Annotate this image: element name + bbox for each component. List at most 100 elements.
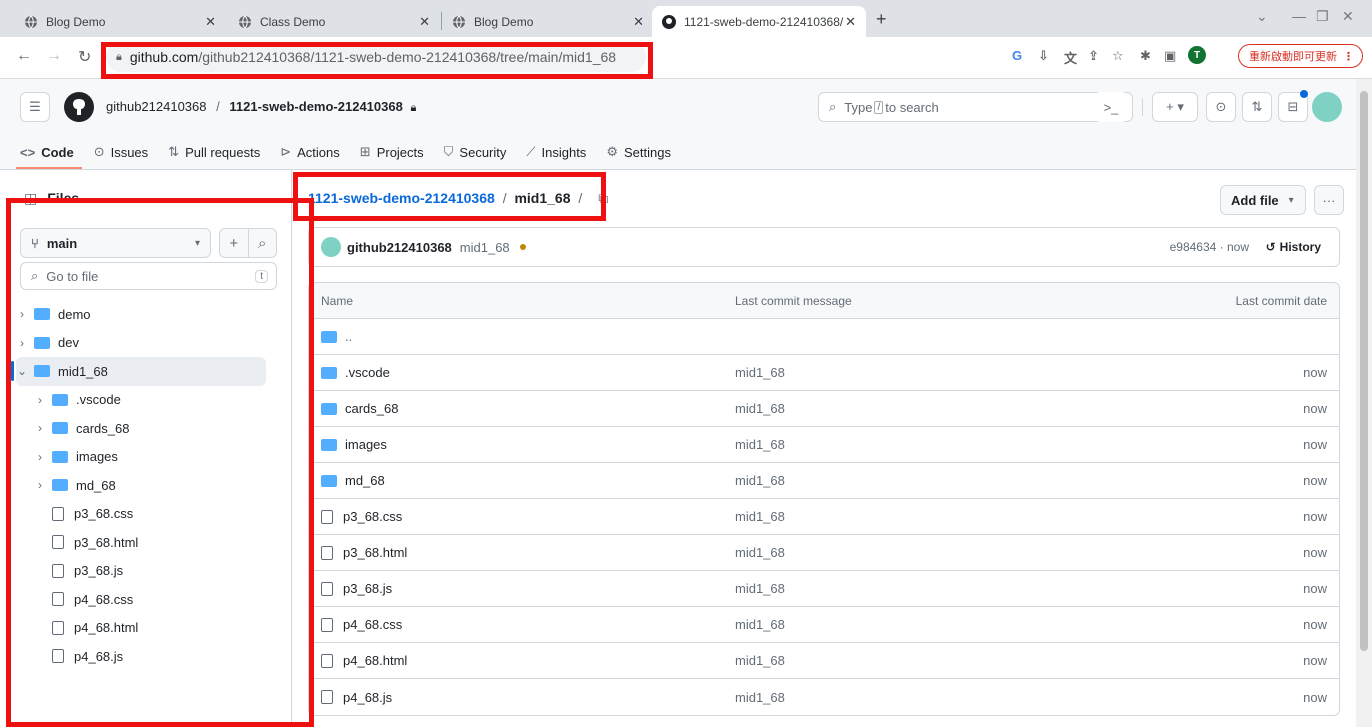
file-name[interactable]: p4_68.css bbox=[343, 617, 402, 632]
new-tab-plus-icon[interactable]: + bbox=[876, 9, 887, 30]
chevron-right-icon[interactable]: › bbox=[34, 478, 46, 492]
close-icon[interactable]: ✕ bbox=[205, 14, 216, 30]
tree-item[interactable]: p3_68.js bbox=[16, 557, 266, 586]
close-icon[interactable]: ✕ bbox=[845, 14, 856, 30]
commit-author[interactable]: github212410368 bbox=[347, 240, 452, 255]
minimize-icon[interactable]: — bbox=[1292, 8, 1306, 24]
tab-pull-requests[interactable]: ⇅ Pull requests bbox=[168, 144, 260, 160]
browser-tab[interactable]: Class Demo ✕ bbox=[228, 6, 440, 37]
file-name[interactable]: p4_68.html bbox=[343, 653, 407, 668]
share-icon[interactable]: ⇪ bbox=[1088, 48, 1099, 64]
commit-message-cell[interactable]: mid1_68 bbox=[735, 545, 785, 560]
tree-item[interactable]: › .vscode bbox=[16, 386, 266, 415]
avatar[interactable] bbox=[321, 237, 341, 257]
add-file-plus-icon[interactable]: + bbox=[220, 229, 248, 257]
more-options-icon[interactable]: ··· bbox=[1314, 185, 1344, 215]
commit-message[interactable]: mid1_68 bbox=[460, 240, 510, 255]
owner-link[interactable]: github212410368 bbox=[106, 99, 207, 114]
browser-tab[interactable]: Blog Demo ✕ bbox=[442, 6, 654, 37]
github-logo-icon[interactable] bbox=[64, 92, 94, 125]
tab-actions[interactable]: ⊳ Actions bbox=[280, 144, 340, 160]
commit-message-cell[interactable]: mid1_68 bbox=[735, 653, 785, 668]
tab-code[interactable]: <> Code bbox=[20, 145, 74, 160]
file-name-cell[interactable]: images bbox=[321, 437, 387, 452]
chevron-down-icon[interactable]: ⌄ bbox=[1256, 8, 1268, 25]
file-name[interactable]: p4_68.js bbox=[343, 690, 392, 705]
panel-icon[interactable]: ◫ bbox=[24, 190, 37, 206]
table-row[interactable]: p3_68.css mid1_68 now bbox=[309, 499, 1339, 535]
tree-item[interactable]: › images bbox=[16, 443, 266, 472]
file-name[interactable]: p3_68.css bbox=[343, 509, 402, 524]
table-row[interactable]: .vscode mid1_68 now bbox=[309, 355, 1339, 391]
file-name-cell[interactable]: p4_68.js bbox=[321, 690, 392, 705]
browser-tab[interactable]: Blog Demo ✕ bbox=[14, 6, 226, 37]
chevron-right-icon[interactable]: › bbox=[34, 450, 46, 464]
file-name[interactable]: p3_68.html bbox=[343, 545, 407, 560]
search-icon[interactable]: ⌕ bbox=[247, 229, 277, 257]
file-name-cell[interactable]: .. bbox=[321, 329, 352, 344]
chevron-right-icon[interactable]: › bbox=[34, 393, 46, 407]
commit-message-cell[interactable]: mid1_68 bbox=[735, 473, 785, 488]
close-icon[interactable]: ✕ bbox=[633, 14, 644, 30]
table-row[interactable]: images mid1_68 now bbox=[309, 427, 1339, 463]
create-new-plus-icon[interactable]: + ▾ bbox=[1152, 92, 1198, 122]
translate-icon[interactable]: 文 bbox=[1064, 48, 1077, 67]
file-name-cell[interactable]: p4_68.css bbox=[321, 617, 402, 632]
url-field[interactable]: 🔒︎ github.com/github212410368/1121-sweb-… bbox=[106, 42, 646, 72]
chevron-right-icon[interactable]: › bbox=[16, 307, 28, 321]
issues-icon[interactable]: ⊙ bbox=[1206, 92, 1236, 122]
tree-item[interactable]: › dev bbox=[16, 329, 266, 358]
commit-hash[interactable]: e984634 · now bbox=[1170, 240, 1249, 254]
file-name-cell[interactable]: p3_68.css bbox=[321, 509, 402, 524]
table-row[interactable]: p4_68.css mid1_68 now bbox=[309, 607, 1339, 643]
commit-message-cell[interactable]: mid1_68 bbox=[735, 365, 785, 380]
chevron-right-icon[interactable]: › bbox=[34, 421, 46, 435]
tree-item[interactable]: p3_68.html bbox=[16, 528, 266, 557]
close-window-icon[interactable]: ✕ bbox=[1342, 8, 1354, 25]
file-name[interactable]: .vscode bbox=[345, 365, 390, 380]
commit-message-cell[interactable]: mid1_68 bbox=[735, 690, 785, 705]
chevron-right-icon[interactable]: › bbox=[16, 336, 28, 350]
tab-insights[interactable]: ⟋ Insights bbox=[526, 144, 586, 160]
reload-icon[interactable]: ↻ bbox=[78, 47, 91, 67]
table-row[interactable]: p3_68.js mid1_68 now bbox=[309, 571, 1339, 607]
tree-item[interactable]: p3_68.css bbox=[16, 500, 266, 529]
tree-item[interactable]: › md_68 bbox=[16, 471, 266, 500]
browser-tab-active[interactable]: 1121-sweb-demo-212410368/ ✕ bbox=[652, 6, 866, 37]
tree-item[interactable]: p4_68.js bbox=[16, 642, 266, 671]
file-name-cell[interactable]: cards_68 bbox=[321, 401, 398, 416]
scrollbar[interactable] bbox=[1356, 79, 1372, 727]
back-arrow-icon[interactable]: ← bbox=[16, 47, 32, 65]
tree-item[interactable]: › demo bbox=[16, 300, 266, 329]
file-name-cell[interactable]: md_68 bbox=[321, 473, 385, 488]
file-name[interactable]: cards_68 bbox=[345, 401, 398, 416]
tab-issues[interactable]: ⊙ Issues bbox=[94, 144, 148, 160]
history-button[interactable]: ↺ History bbox=[1266, 240, 1321, 254]
copy-path-icon[interactable]: ⧉ bbox=[598, 190, 608, 206]
sidepanel-icon[interactable]: ▣ bbox=[1164, 48, 1176, 64]
google-icon[interactable]: G bbox=[1012, 48, 1022, 63]
file-name-cell[interactable]: p4_68.html bbox=[321, 653, 407, 668]
file-name[interactable]: images bbox=[345, 437, 387, 452]
file-name[interactable]: .. bbox=[345, 329, 352, 344]
path-repo-link[interactable]: 1121-sweb-demo-212410368 bbox=[308, 190, 495, 206]
tree-item[interactable]: › cards_68 bbox=[16, 414, 266, 443]
tab-security[interactable]: ⛉ Security bbox=[444, 144, 507, 160]
user-avatar[interactable] bbox=[1312, 92, 1342, 122]
file-name[interactable]: md_68 bbox=[345, 473, 385, 488]
file-name-cell[interactable]: p3_68.html bbox=[321, 545, 407, 560]
file-name[interactable]: p3_68.js bbox=[343, 581, 392, 596]
table-row[interactable]: .. bbox=[309, 319, 1339, 355]
file-name-cell[interactable]: p3_68.js bbox=[321, 581, 392, 596]
tab-settings[interactable]: ⚙ Settings bbox=[606, 144, 671, 160]
table-row[interactable]: p3_68.html mid1_68 now bbox=[309, 535, 1339, 571]
close-icon[interactable]: ✕ bbox=[419, 14, 430, 30]
tree-item[interactable]: p4_68.html bbox=[16, 614, 266, 643]
tree-item[interactable]: p4_68.css bbox=[16, 585, 266, 614]
hamburger-menu-icon[interactable]: ☰ bbox=[20, 92, 50, 122]
table-row[interactable]: p4_68.js mid1_68 now bbox=[309, 679, 1339, 715]
forward-arrow-icon[interactable]: → bbox=[46, 47, 62, 65]
commit-message-cell[interactable]: mid1_68 bbox=[735, 617, 785, 632]
commit-message-cell[interactable]: mid1_68 bbox=[735, 401, 785, 416]
tree-item[interactable]: ⌄ mid1_68 bbox=[11, 357, 266, 386]
